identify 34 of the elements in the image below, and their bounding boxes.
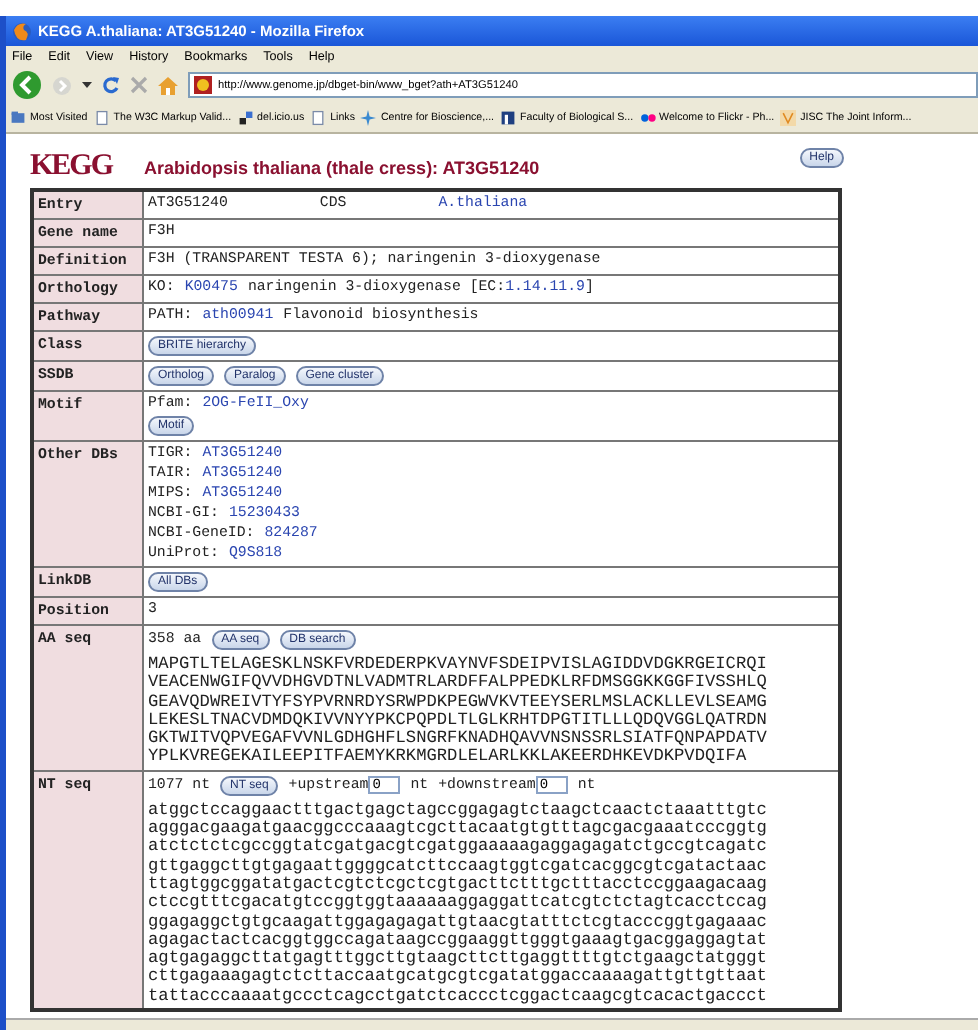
page-icon: [93, 109, 110, 125]
sequence-line: tattacccaaaatgccctcagcctgatctcaccctcggactcaagcgtcacactgaccct: [148, 987, 769, 1007]
sequence-line: ggagaggctgtgcaagattggagagagattgtaacgtatttctcgtacccggtgagaaac: [148, 913, 769, 932]
stop-icon[interactable]: [130, 76, 148, 94]
sequence-line: agggacgaagatgaacggcccaaagtcgcttacaatgtgtttagcgacgaaatcccggtg: [148, 820, 769, 839]
sequence-line: ctccgtttcgacatgtccggtggtaaaaaaggaggattcatcgtctctagtcacctccag: [148, 894, 769, 914]
dropdown-icon[interactable]: [82, 81, 92, 89]
back-icon[interactable]: [12, 70, 42, 100]
sequence-line: atctctctcgccggtatcgatgacgtcgatggaaaaagaggagagatctgccgtcagatc: [148, 838, 769, 858]
sequence-line: gttgaggcttgtgagaattggggcatcttccaagtggtcgatcacggcgtcgatactaac: [148, 857, 769, 876]
squares-icon: [237, 109, 254, 125]
site-icon: [194, 76, 212, 94]
sequence-line: agagactactcacggtggccagataagccggaaggttgggtgaaagtgacggaggagtat: [148, 931, 769, 950]
sequence-line: YPLKVREGEKAILEEPITFAEMYKRKMGRDLELARLKKLAKEERDHKEVDKPVDQIFA: [148, 748, 749, 768]
dots-icon: [639, 109, 656, 125]
sequence-line: cttgagaaagagtctcttaccaatgcatgcgtcgatatggaccaaaagattgttgttaat: [148, 968, 769, 988]
sequence-line: GKTWITVQPVEGAFVVNLGDHGHFLSNGRFKNADHQAVVNSNSSRLSIATFQNPAPDATV: [148, 730, 769, 749]
sequence-line: atggctccaggaactttgactgagctagccggagagtctaagctcaactctaaatttgtc: [148, 801, 769, 820]
logo: KEGG: [30, 150, 113, 184]
folder-icon: [10, 109, 26, 125]
browser-icon: [12, 21, 32, 41]
sequence-line: GEAVQDWREIVTYFSYPVRNRDYSRWPDKPEGWVKVTEEYSERLMSLACKLLEVLSEAMG: [148, 693, 769, 712]
sequence-line: ttagtggcggatatgactcgtctcgctcgtgacttctttgctttacctccggaagacaag: [148, 875, 769, 894]
home-icon[interactable]: [158, 75, 178, 95]
arch-icon: [500, 109, 517, 125]
sequence-line: MAPGTLTELAGESKLNSKFVRDEDERPKVAYNVFSDEIPVISLAGIDDVDGKRGEICRQI: [148, 656, 769, 674]
page-title: Arabidopsis thaliana (thale cress): AT3G51240: [144, 158, 542, 178]
star-icon: [360, 109, 377, 125]
sequence-line: agtgagaggcttatgagtttggcttgtaagcttcttgaggttttgtctgaagctatgggt: [148, 950, 769, 969]
chevron-icon: [780, 109, 797, 125]
sequence-line: LEKESLTNACVDMDQKIVVNYYPKCPQPDLTLGLKRHTDPGTITLLLQDQVGGLQATRDN: [148, 711, 769, 730]
sequence-line: VEACENWGIFQVVDHGVDTNLVADMTRLARDFFALPPEDKLRFDMSGGKKGGFIVSSHLQ: [148, 674, 769, 694]
page-icon: [310, 109, 327, 125]
reload-icon[interactable]: [102, 76, 120, 94]
